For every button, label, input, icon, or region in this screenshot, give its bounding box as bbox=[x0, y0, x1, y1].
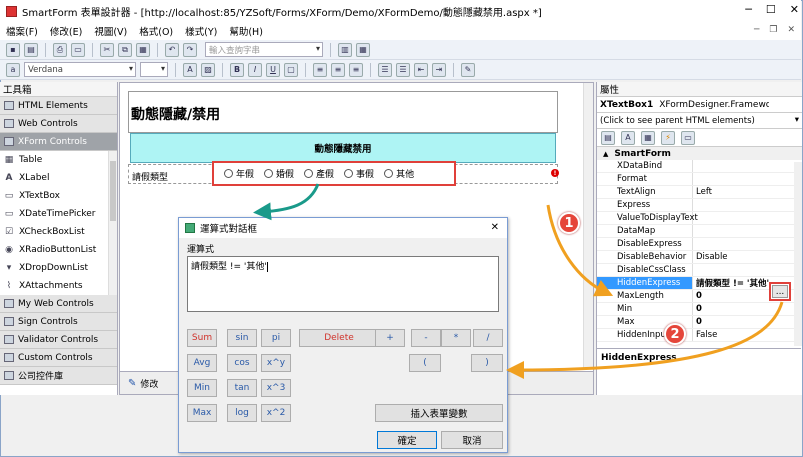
orange-arrow-2 bbox=[506, 301, 784, 379]
annotation-arrows bbox=[253, 183, 784, 379]
callout-1: 1 bbox=[558, 212, 580, 234]
callout-2: 2 bbox=[664, 323, 686, 345]
teal-arrow bbox=[253, 183, 320, 221]
